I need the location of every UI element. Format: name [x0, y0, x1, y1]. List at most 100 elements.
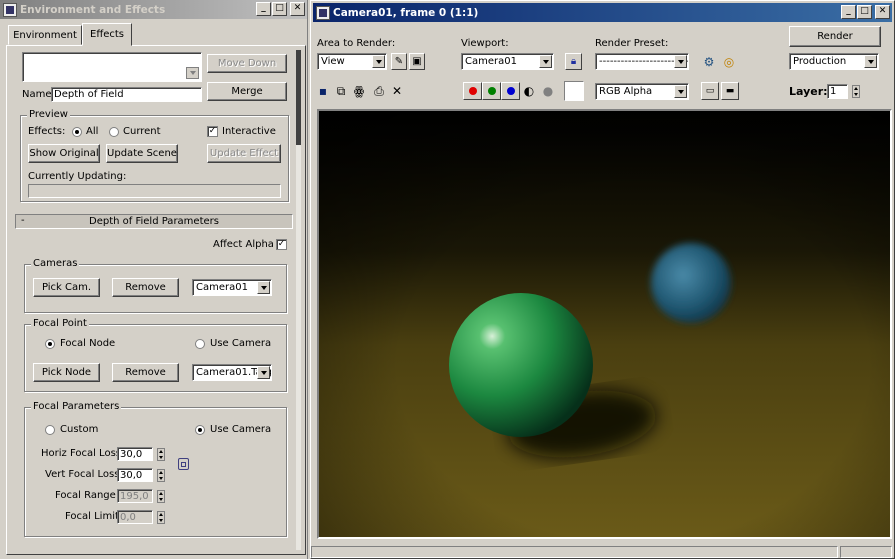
params-use-camera-radio[interactable]: [195, 425, 205, 435]
render-preset-label: Render Preset:: [595, 38, 669, 49]
lock-viewport-icon[interactable]: 🔒︎: [565, 53, 582, 70]
interactive-label: Interactive: [222, 126, 276, 137]
panel-scrollbar[interactable]: [296, 50, 301, 550]
edit-region-icon[interactable]: ✎: [391, 53, 407, 70]
chevron-down-icon[interactable]: [864, 55, 877, 68]
channel-select[interactable]: RGB Alpha: [595, 83, 689, 100]
layer-field[interactable]: 1: [827, 84, 848, 99]
chevron-down-icon[interactable]: [674, 85, 687, 98]
toggle-ui-icon[interactable]: ▭: [701, 82, 719, 100]
interactive-checkbox[interactable]: ✓: [207, 126, 218, 137]
tab-environment[interactable]: Environment: [8, 25, 82, 45]
focal-use-camera-radio[interactable]: [195, 339, 205, 349]
save-icon[interactable]: ▪: [315, 83, 331, 99]
name-label: Name:: [22, 89, 55, 100]
lock-icon[interactable]: [178, 458, 189, 470]
render-preset-select[interactable]: ---------------------------: [595, 53, 689, 70]
green-channel-button[interactable]: [482, 82, 501, 100]
viewport-select[interactable]: Camera01: [461, 53, 554, 70]
environment-icon[interactable]: ◎: [721, 54, 737, 70]
close-button[interactable]: ✕: [875, 5, 890, 19]
status-bar-right: [840, 546, 892, 558]
merge-button[interactable]: Merge: [207, 82, 287, 101]
currently-updating-label: Currently Updating:: [28, 171, 127, 182]
swatch-box[interactable]: [564, 81, 584, 101]
red-channel-icon: [468, 87, 477, 95]
update-scene-button[interactable]: Update Scene: [106, 144, 178, 163]
env-titlebar[interactable]: Environment and Effects _ □ ✕: [0, 0, 307, 19]
close-button[interactable]: ✕: [290, 2, 305, 16]
print-icon[interactable]: ⎙: [371, 83, 387, 99]
render-button[interactable]: Render: [789, 26, 881, 47]
focal-range-field[interactable]: 195,0: [117, 489, 153, 503]
app-icon: [3, 2, 17, 17]
maximize-button[interactable]: □: [272, 2, 287, 16]
camera-select[interactable]: Camera01: [192, 279, 272, 296]
effects-all-radio[interactable]: [72, 127, 82, 137]
production-select[interactable]: Production: [789, 53, 879, 70]
horiz-focal-loss-label: Horiz Focal Loss: [41, 448, 121, 459]
area-to-render-select[interactable]: View: [317, 53, 387, 70]
focal-node-label: Focal Node: [60, 338, 116, 349]
dof-rollout-header[interactable]: - Depth of Field Parameters: [15, 214, 293, 229]
chevron-down-icon[interactable]: [257, 366, 270, 379]
effect-name-field[interactable]: Depth of Field: [51, 87, 202, 102]
rollout-title: Depth of Field Parameters: [89, 216, 219, 227]
vert-spinner[interactable]: [157, 469, 165, 482]
chevron-down-icon[interactable]: [674, 55, 687, 68]
mono-channel-icon[interactable]: ●: [540, 83, 556, 99]
red-channel-button[interactable]: [463, 82, 482, 100]
minimize-button[interactable]: _: [256, 2, 271, 16]
layer-spinner[interactable]: [852, 85, 860, 98]
effects-all-label: All: [86, 126, 99, 137]
chevron-down-icon[interactable]: [539, 55, 552, 68]
range-spinner[interactable]: [157, 490, 165, 503]
focal-limit-field[interactable]: 0,0: [117, 510, 153, 524]
show-original-button[interactable]: Show Original: [28, 144, 100, 163]
render-setup-icon[interactable]: ⚙: [701, 54, 717, 70]
alpha-channel-icon[interactable]: ◐: [521, 83, 537, 99]
blue-channel-icon: [506, 87, 515, 95]
horiz-focal-loss-field[interactable]: 30,0: [117, 447, 153, 461]
copy-icon[interactable]: ⧉: [333, 83, 349, 99]
viewport-label: Viewport:: [461, 38, 509, 49]
status-bar: [311, 546, 838, 558]
render-window: Camera01, frame 0 (1:1) _ □ ✕ Area to Re…: [310, 0, 895, 559]
display-mode-icon[interactable]: ▬: [721, 82, 739, 100]
pick-node-button[interactable]: Pick Node: [33, 363, 100, 382]
effects-list[interactable]: [22, 52, 202, 82]
affect-alpha-checkbox[interactable]: ✓: [276, 239, 287, 250]
effects-label: Effects:: [28, 126, 66, 137]
limit-spinner[interactable]: [157, 511, 165, 524]
tab-effects[interactable]: Effects: [82, 23, 132, 46]
chevron-down-icon[interactable]: [257, 281, 270, 294]
vert-focal-loss-label: Vert Focal Loss: [45, 469, 120, 480]
area-to-render-label: Area to Render:: [317, 38, 396, 49]
move-down-button[interactable]: Move Down: [207, 54, 287, 73]
blue-channel-button[interactable]: [501, 82, 520, 100]
custom-label: Custom: [60, 424, 99, 435]
effects-current-radio[interactable]: [109, 127, 119, 137]
clone-icon[interactable]: ꙮ: [351, 83, 367, 99]
remove-camera-button[interactable]: Remove: [112, 278, 179, 297]
focal-limit-label: Focal Limit: [65, 511, 119, 522]
render-titlebar[interactable]: Camera01, frame 0 (1:1) _ □ ✕: [313, 3, 892, 22]
effects-list-arrow[interactable]: [186, 67, 199, 79]
auto-region-icon[interactable]: ▣: [409, 53, 425, 70]
minimize-button[interactable]: _: [841, 5, 856, 19]
focal-node-radio[interactable]: [45, 339, 55, 349]
vert-focal-loss-field[interactable]: 30,0: [117, 468, 153, 482]
env-effects-window: Environment and Effects _ □ ✕ Environmen…: [0, 0, 308, 559]
update-effect-button[interactable]: Update Effect: [207, 144, 281, 163]
scroll-thumb[interactable]: [296, 50, 301, 145]
remove-node-button[interactable]: Remove: [112, 363, 179, 382]
horiz-spinner[interactable]: [157, 448, 165, 461]
clear-icon[interactable]: ✕: [389, 83, 405, 99]
env-title: Environment and Effects: [20, 3, 166, 16]
chevron-down-icon[interactable]: [372, 55, 385, 68]
pick-cam-button[interactable]: Pick Cam.: [33, 278, 100, 297]
custom-radio[interactable]: [45, 425, 55, 435]
maximize-button[interactable]: □: [857, 5, 872, 19]
affect-alpha-label: Affect Alpha: [213, 239, 274, 250]
focal-node-select[interactable]: Camera01.Targ: [192, 364, 272, 381]
